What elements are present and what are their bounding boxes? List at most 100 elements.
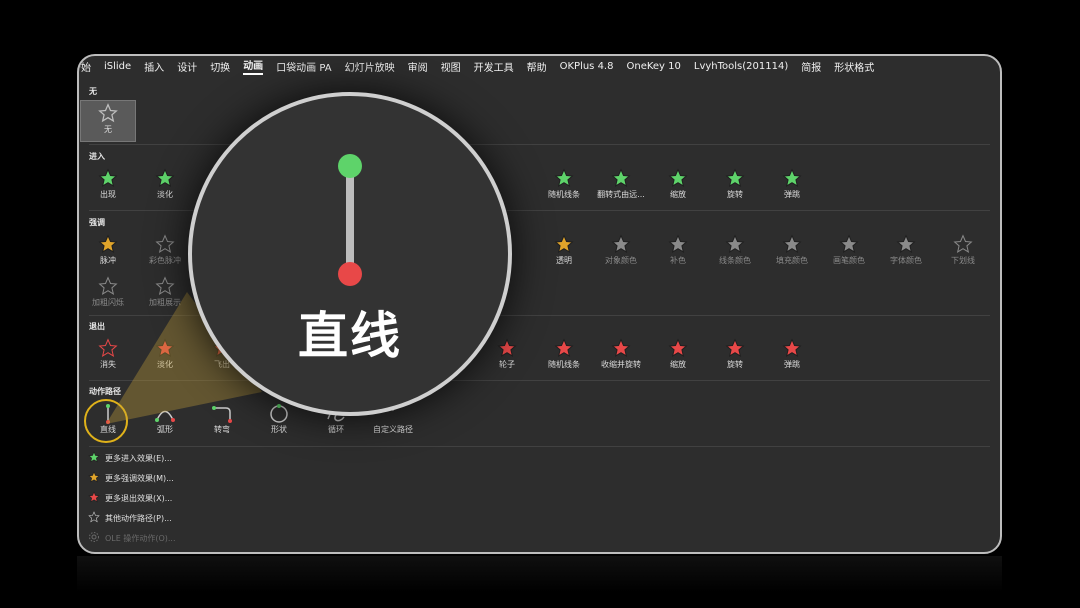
effect-emphasis-0[interactable]: 脉冲 [80,232,136,274]
tab-transitions[interactable]: 切换 [210,59,230,74]
effect-label: 补色 [670,256,686,265]
menu-item-1[interactable]: 更多强调效果(M)... [87,470,174,486]
tab-pocket-animation[interactable]: 口袋动画 PA [276,59,331,74]
effect-label: 对象颜色 [605,256,637,265]
tab-insert[interactable]: 插入 [144,59,164,74]
effect-label: 自定义路径 [373,425,413,434]
effect-label: 循环 [328,425,344,434]
effect-exit-6[interactable]: 缩放 [650,336,706,378]
effect-entrance-2[interactable]: 随机线条 [536,166,592,208]
effect-emphasis-3[interactable]: 对象颜色 [593,232,649,274]
menu-item-4[interactable]: OLE 操作动作(O)... [87,530,176,546]
tab-view[interactable]: 视图 [441,59,461,74]
ribbon-tabs: 开始 iSlide 插入 设计 切换 动画 口袋动画 PA 幻灯片放映 审阅 视… [79,56,1000,76]
effect-exit-1[interactable]: 淡化 [137,336,193,378]
effect-emphasis-6[interactable]: 填充颜色 [764,232,820,274]
gear-icon [87,531,101,545]
effect-emphasis-10[interactable]: 加粗闪烁 [80,274,136,316]
tab-start[interactable]: 开始 [79,59,91,74]
section-title-motion: 动作路径 [89,387,121,396]
effect-emphasis-8[interactable]: 字体颜色 [878,232,934,274]
section-title-exit: 退出 [89,322,105,331]
effect-label: 旋转 [727,190,743,199]
effect-entrance-1[interactable]: 淡化 [137,166,193,208]
effect-exit-8[interactable]: 弹跳 [764,336,820,378]
tab-islide[interactable]: iSlide [104,61,131,72]
effect-emphasis-7[interactable]: 画笔颜色 [821,232,877,274]
star-green-icon [137,168,193,190]
effect-motion-1[interactable]: 弧形 [137,401,193,443]
effect-exit-5[interactable]: 收缩并旋转 [593,336,649,378]
tab-shape-format[interactable]: 形状格式 [834,59,874,74]
star-red-icon [80,338,136,360]
effect-label: 直线 [100,425,116,434]
menu-item-2[interactable]: 更多退出效果(X)... [87,490,172,506]
effect-emphasis-4[interactable]: 补色 [650,232,706,274]
tab-lvyhtools[interactable]: LvyhTools(201114) [694,61,788,72]
effect-label: 转弯 [214,425,230,434]
effect-entrance-3[interactable]: 翻转式由远... [593,166,649,208]
star-green-icon [536,168,592,190]
tab-design[interactable]: 设计 [177,59,197,74]
effect-entrance-5[interactable]: 旋转 [707,166,763,208]
star-gray-icon [764,234,820,256]
effect-label: 填充颜色 [776,256,808,265]
tab-help[interactable]: 帮助 [527,59,547,74]
star-gold-icon [536,234,592,256]
effect-label: 淡化 [157,360,173,369]
menu-item-label: 更多进入效果(E)... [105,453,172,463]
arc-path-icon [137,403,193,425]
effect-label: 弹跳 [784,190,800,199]
effect-label: 加粗展示 [149,298,181,307]
effect-emphasis-11[interactable]: 加粗展示 [137,274,193,316]
window-reflection [77,556,1002,608]
effect-label: 弹跳 [784,360,800,369]
divider [89,446,990,447]
effect-emphasis-2[interactable]: 透明 [536,232,592,274]
star-gray-icon [821,234,877,256]
section-title-none: 无 [89,87,97,96]
effect-emphasis-9[interactable]: 下划线 [935,232,991,274]
star-red-icon [764,338,820,360]
magnifier-circle: 直线 [188,92,512,416]
menu-item-label: OLE 操作动作(O)... [105,533,176,543]
effect-exit-0[interactable]: 消失 [80,336,136,378]
tab-animations[interactable]: 动画 [243,57,264,75]
effect-label: 脉冲 [100,256,116,265]
tab-developer[interactable]: 开发工具 [474,59,514,74]
menu-item-label: 其他动作路径(P)... [105,513,172,523]
star-green-icon [80,168,136,190]
star-green-icon [87,451,101,465]
effect-label: 消失 [100,360,116,369]
tab-onekey[interactable]: OneKey 10 [626,61,680,72]
menu-item-0[interactable]: 更多进入效果(E)... [87,450,172,466]
tab-brief[interactable]: 简报 [801,59,821,74]
star-outline-icon [81,103,135,125]
effect-exit-4[interactable]: 随机线条 [536,336,592,378]
star-red-icon [707,338,763,360]
effect-entrance-4[interactable]: 缩放 [650,166,706,208]
tab-okplus[interactable]: OKPlus 4.8 [560,61,614,72]
section-title-emphasis: 强调 [89,218,105,227]
star-green-icon [650,168,706,190]
star-gray-icon [878,234,934,256]
effect-none[interactable]: 无 [80,100,136,142]
star-gold-icon [80,234,136,256]
menu-item-label: 更多退出效果(X)... [105,493,173,503]
effect-emphasis-5[interactable]: 线条颜色 [707,232,763,274]
effect-label: 形状 [271,425,287,434]
effect-label: 字体颜色 [890,256,922,265]
star-red-icon [593,338,649,360]
star-gray-icon [935,234,991,256]
effect-entrance-6[interactable]: 弹跳 [764,166,820,208]
menu-item-3[interactable]: 其他动作路径(P)... [87,510,172,526]
effect-exit-7[interactable]: 旋转 [707,336,763,378]
effect-entrance-0[interactable]: 出现 [80,166,136,208]
effect-emphasis-1[interactable]: 彩色脉冲 [137,232,193,274]
line-path-icon [80,403,136,425]
tab-review[interactable]: 审阅 [408,59,428,74]
tab-slideshow[interactable]: 幻灯片放映 [345,59,395,74]
effect-label: 收缩并旋转 [601,360,641,369]
star-green-icon [593,168,649,190]
effect-motion-0[interactable]: 直线 [80,399,136,443]
